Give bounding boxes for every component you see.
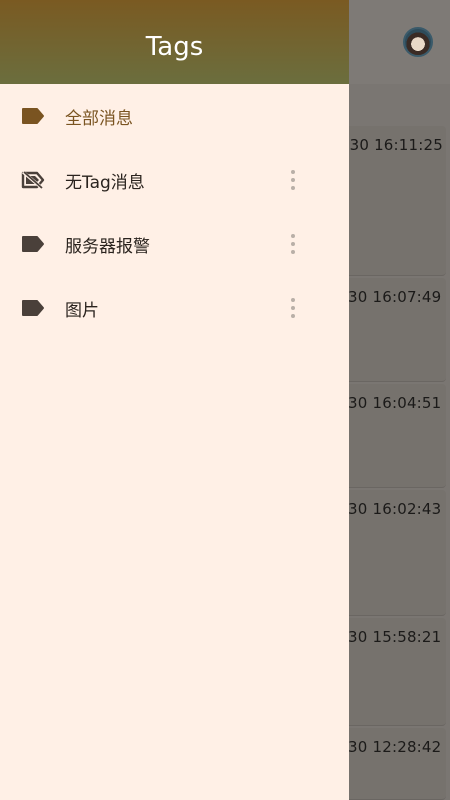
- tag-off-icon: [21, 171, 45, 189]
- tags-drawer: Tags 全部消息 无Tag消息 服务器报警 图片: [0, 0, 349, 800]
- message-time: -30 16:11:25: [344, 136, 444, 154]
- tag-item-all-messages[interactable]: 全部消息: [0, 84, 349, 148]
- tag-item-images[interactable]: 图片: [0, 276, 349, 340]
- tag-item-label: 服务器报警: [65, 236, 150, 257]
- tag-item-label: 图片: [65, 300, 99, 321]
- tag-item-label: 无Tag消息: [65, 172, 145, 193]
- message-time: 30 12:28:42: [348, 738, 442, 756]
- more-vert-icon[interactable]: [286, 168, 300, 192]
- tag-item-label: 全部消息: [65, 108, 133, 129]
- message-time: 30 16:07:49: [348, 288, 442, 306]
- message-time: 30 16:02:43: [348, 500, 442, 518]
- tag-icon: [22, 236, 44, 252]
- drawer-title: Tags: [145, 32, 204, 62]
- tag-icon: [22, 300, 44, 316]
- more-vert-icon[interactable]: [286, 232, 300, 256]
- tag-item-server-alert[interactable]: 服务器报警: [0, 212, 349, 276]
- avatar[interactable]: [403, 27, 433, 57]
- more-vert-icon[interactable]: [286, 296, 300, 320]
- drawer-header: Tags: [0, 0, 349, 84]
- message-time: 30 16:04:51: [348, 394, 442, 412]
- tag-item-untagged[interactable]: 无Tag消息: [0, 148, 349, 212]
- tag-icon: [22, 108, 44, 124]
- message-time: 30 15:58:21: [348, 628, 442, 646]
